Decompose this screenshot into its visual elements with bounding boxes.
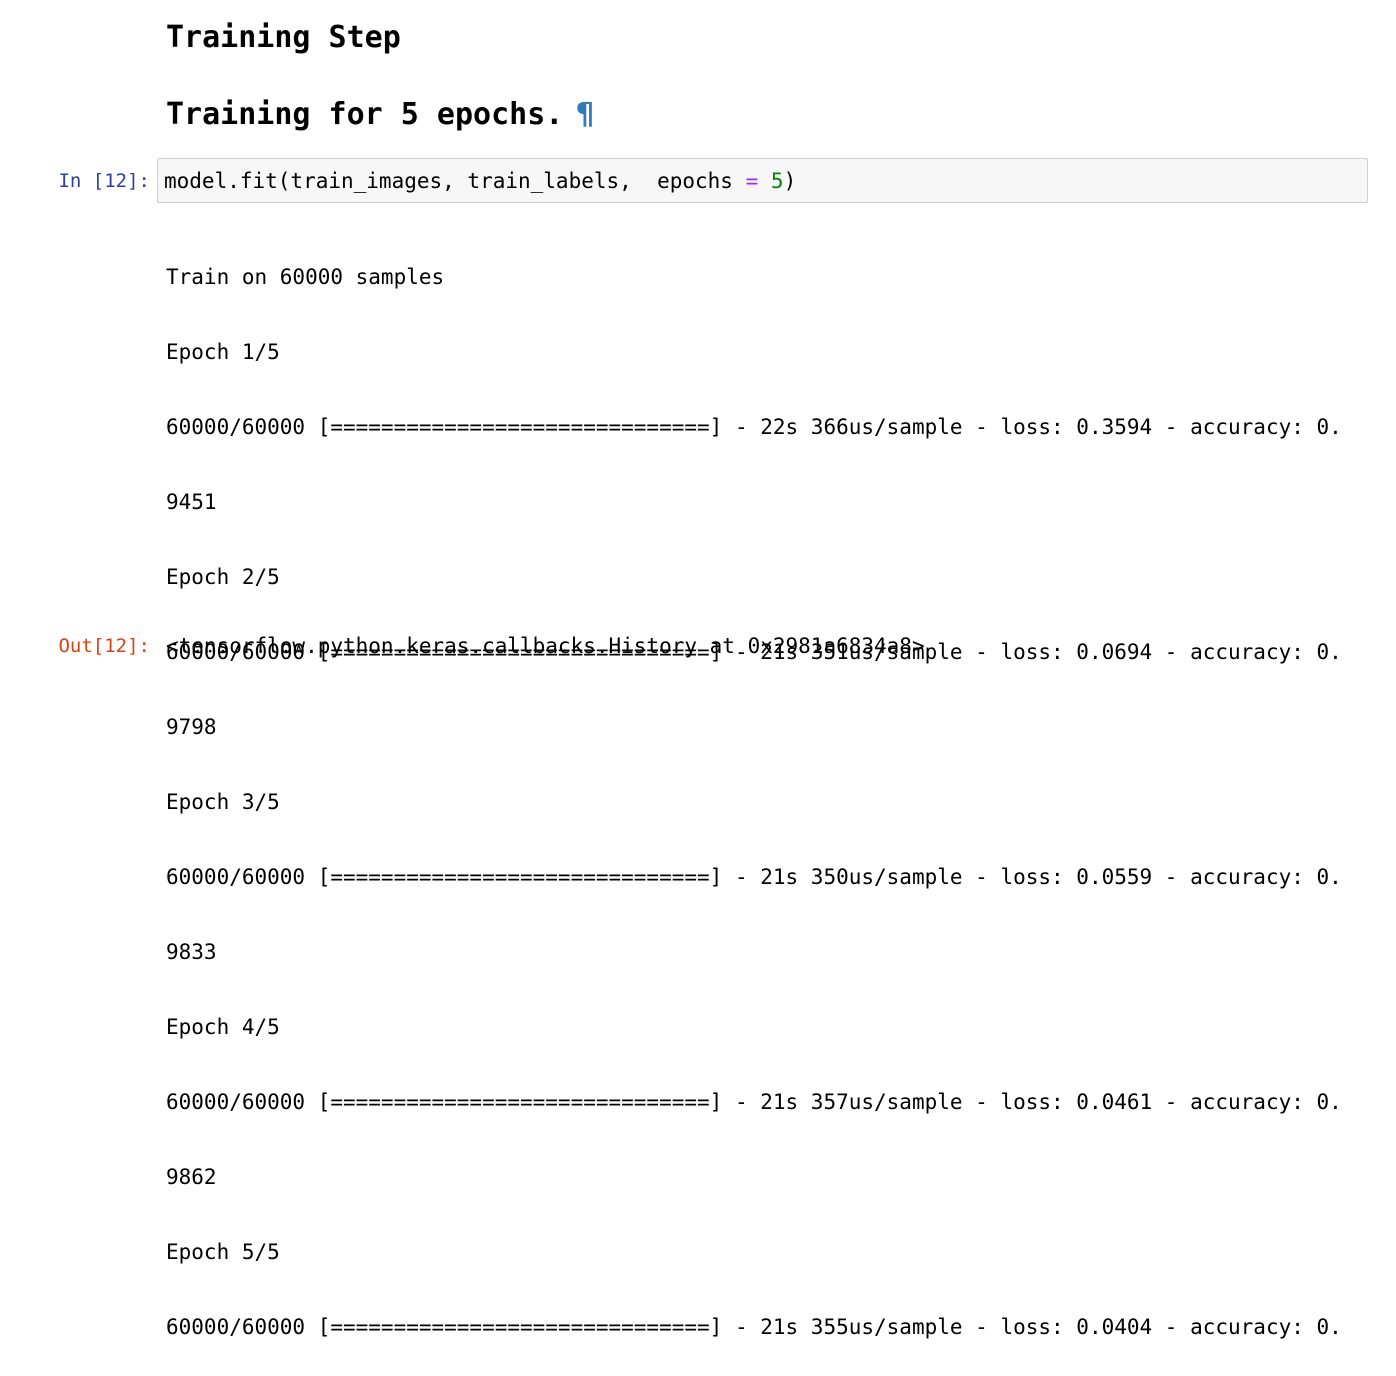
output-line: 60000/60000 [===========================… bbox=[166, 415, 1342, 439]
output-line: 60000/60000 [===========================… bbox=[166, 1315, 1342, 1339]
output-line: Train on 60000 samples bbox=[166, 265, 445, 289]
output-line: 9451 bbox=[166, 490, 217, 514]
output-line: Epoch 2/5 bbox=[166, 565, 280, 589]
output-line: 60000/60000 [===========================… bbox=[166, 1090, 1342, 1114]
code-input-area[interactable]: model.fit(train_images, train_labels, ep… bbox=[157, 158, 1368, 203]
output-line: Epoch 5/5 bbox=[166, 1240, 280, 1264]
code-line: model.fit(train_images, train_labels, ep… bbox=[164, 169, 796, 193]
output-line: 9862 bbox=[166, 1165, 217, 1189]
output-prompt: Out[12]: bbox=[58, 635, 150, 657]
cell-output: Train on 60000 samples Epoch 1/5 60000/6… bbox=[166, 215, 1342, 1376]
output-line: 9833 bbox=[166, 940, 217, 964]
pilcrow-anchor-icon[interactable]: ¶ bbox=[575, 97, 594, 132]
input-prompt: In [12]: bbox=[58, 170, 150, 192]
markdown-heading-training-step: Training Step bbox=[166, 18, 401, 58]
markdown-heading-training-epochs: Training for 5 epochs. ¶ bbox=[166, 95, 594, 135]
output-line: Epoch 3/5 bbox=[166, 790, 280, 814]
code-number: 5 bbox=[770, 169, 784, 193]
execute-result: <tensorflow.python.keras.callbacks.Histo… bbox=[166, 634, 925, 658]
output-line: 60000/60000 [===========================… bbox=[166, 865, 1342, 889]
heading-text: Training for 5 epochs. bbox=[166, 97, 564, 132]
code-text: ) bbox=[783, 169, 797, 193]
output-line: Epoch 1/5 bbox=[166, 340, 280, 364]
output-line: Epoch 4/5 bbox=[166, 1015, 280, 1039]
output-line: 9798 bbox=[166, 715, 217, 739]
heading-text: Training Step bbox=[166, 20, 401, 55]
code-operator: = bbox=[745, 169, 759, 193]
code-text: model.fit(train_images, train_labels, ep… bbox=[164, 169, 746, 193]
